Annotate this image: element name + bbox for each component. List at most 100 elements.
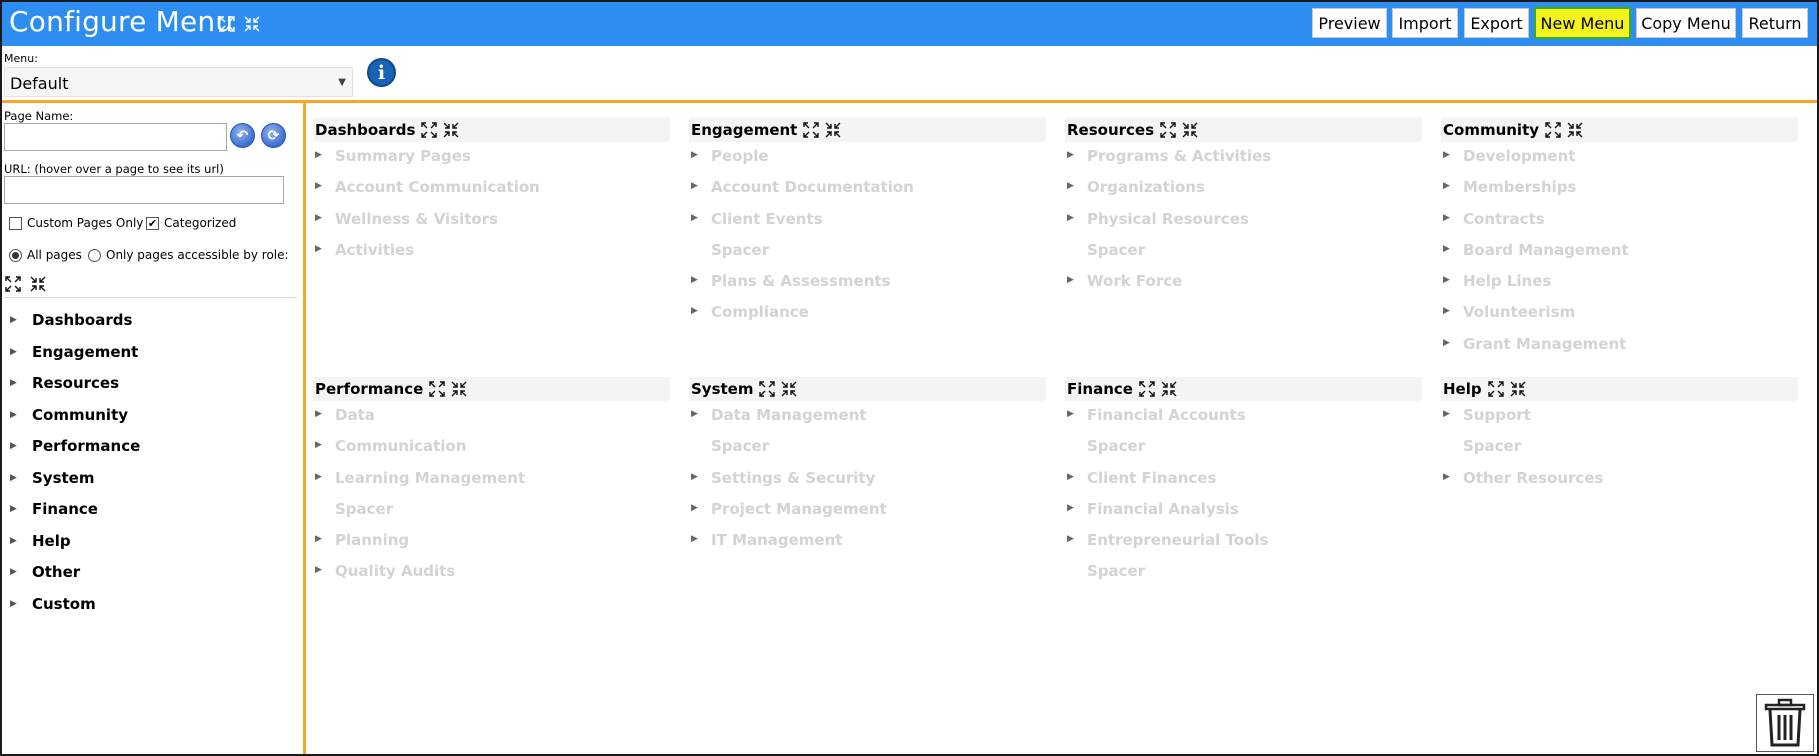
menu-item[interactable]: ▶ Data (313, 403, 670, 434)
expand-triangle-icon[interactable]: ▶ (1067, 527, 1074, 551)
preview-button[interactable]: Preview (1312, 8, 1387, 38)
category-item[interactable]: ▶ Custom (10, 592, 140, 624)
expand-triangle-icon[interactable]: ▶ (10, 466, 17, 490)
menu-item[interactable]: ▶ Plans & Assessments (689, 269, 1046, 300)
categorized-option[interactable]: ✔ Categorized (146, 216, 236, 230)
role-pages-radio[interactable] (88, 248, 101, 262)
expand-triangle-icon[interactable]: ▶ (1443, 206, 1450, 230)
section-header[interactable]: Dashboards (313, 118, 670, 142)
menu-item[interactable]: ▶ Work Force (1065, 269, 1422, 300)
url-input[interactable] (4, 176, 284, 204)
menu-item[interactable]: Spacer (313, 497, 670, 528)
expand-all-icon[interactable] (429, 381, 445, 397)
custom-pages-only-checkbox[interactable] (9, 216, 22, 230)
collapse-all-icon[interactable] (30, 276, 46, 292)
collapse-all-icon[interactable] (781, 381, 797, 397)
menu-item[interactable]: ▶ Development (1441, 144, 1798, 175)
undo-icon[interactable]: ↶ (230, 123, 255, 148)
menu-item[interactable]: ▶ Communication (313, 434, 670, 465)
menu-item[interactable]: ▶ Data Management (689, 403, 1046, 434)
menu-item[interactable]: ▶ Settings & Security (689, 466, 1046, 497)
expand-all-icon[interactable] (1545, 122, 1561, 138)
role-pages-option[interactable]: Only pages accessible by role: (88, 248, 289, 262)
menu-item[interactable]: ▶ Entrepreneurial Tools (1065, 528, 1422, 559)
page-name-input[interactable] (4, 123, 227, 151)
expand-triangle-icon[interactable]: ▶ (691, 527, 698, 551)
category-item[interactable]: ▶ Help (10, 529, 140, 561)
category-item[interactable]: ▶ System (10, 466, 140, 498)
return-button[interactable]: Return (1742, 8, 1808, 38)
expand-all-icon[interactable] (1160, 122, 1176, 138)
menu-item[interactable]: Spacer (1065, 238, 1422, 269)
menu-item[interactable]: ▶ Activities (313, 238, 670, 269)
collapse-all-icon[interactable] (244, 16, 260, 32)
section-header[interactable]: Performance (313, 377, 670, 401)
expand-triangle-icon[interactable]: ▶ (691, 465, 698, 489)
expand-triangle-icon[interactable]: ▶ (10, 403, 17, 427)
collapse-all-icon[interactable] (1567, 122, 1583, 138)
menu-item[interactable]: ▶ Memberships (1441, 175, 1798, 206)
menu-item[interactable]: ▶ Grant Management (1441, 332, 1798, 363)
menu-item[interactable]: Spacer (1065, 559, 1422, 590)
expand-triangle-icon[interactable]: ▶ (691, 206, 698, 230)
expand-triangle-icon[interactable]: ▶ (10, 560, 17, 584)
expand-all-icon[interactable] (421, 122, 438, 138)
expand-triangle-icon[interactable]: ▶ (1443, 268, 1450, 292)
expand-triangle-icon[interactable]: ▶ (691, 143, 698, 167)
menu-item[interactable]: ▶ Account Documentation (689, 175, 1046, 206)
menu-item[interactable]: ▶ People (689, 144, 1046, 175)
collapse-all-icon[interactable] (1161, 381, 1177, 397)
expand-triangle-icon[interactable]: ▶ (1067, 143, 1074, 167)
category-item[interactable]: ▶ Other (10, 560, 140, 592)
expand-triangle-icon[interactable]: ▶ (315, 237, 322, 261)
all-pages-option[interactable]: All pages (9, 248, 82, 262)
collapse-all-icon[interactable] (443, 122, 459, 138)
expand-triangle-icon[interactable]: ▶ (315, 206, 322, 230)
menu-item[interactable]: ▶ Financial Accounts (1065, 403, 1422, 434)
expand-triangle-icon[interactable]: ▶ (1067, 206, 1074, 230)
menu-item[interactable]: ▶ Planning (313, 528, 670, 559)
category-item[interactable]: ▶ Finance (10, 497, 140, 529)
category-item[interactable]: ▶ Engagement (10, 340, 140, 372)
menu-item[interactable]: ▶ Project Management (689, 497, 1046, 528)
menu-item[interactable]: ▶ Wellness & Visitors (313, 207, 670, 238)
category-item[interactable]: ▶ Performance (10, 434, 140, 466)
menu-item[interactable]: ▶ Summary Pages (313, 144, 670, 175)
refresh-icon[interactable]: ⟳ (261, 123, 286, 148)
expand-triangle-icon[interactable]: ▶ (1067, 268, 1074, 292)
expand-triangle-icon[interactable]: ▶ (315, 174, 322, 198)
expand-triangle-icon[interactable]: ▶ (1443, 402, 1450, 426)
trash-icon[interactable] (1756, 694, 1814, 752)
expand-triangle-icon[interactable]: ▶ (1067, 465, 1074, 489)
expand-all-icon[interactable] (1139, 381, 1155, 397)
menu-item[interactable]: Spacer (689, 434, 1046, 465)
menu-item[interactable]: ▶ Support (1441, 403, 1798, 434)
export-button[interactable]: Export (1464, 8, 1529, 38)
section-header[interactable]: Finance (1065, 377, 1422, 401)
new-menu-button[interactable]: New Menu (1534, 7, 1631, 39)
menu-item[interactable]: ▶ Compliance (689, 300, 1046, 331)
expand-triangle-icon[interactable]: ▶ (1443, 174, 1450, 198)
expand-all-icon[interactable] (803, 122, 820, 138)
section-header[interactable]: Resources (1065, 118, 1422, 142)
menu-item[interactable]: ▶ Quality Audits (313, 559, 670, 590)
expand-triangle-icon[interactable]: ▶ (691, 268, 698, 292)
expand-all-icon[interactable] (1487, 381, 1504, 397)
menu-item[interactable]: Spacer (689, 238, 1046, 269)
collapse-all-icon[interactable] (1510, 381, 1526, 397)
menu-item[interactable]: ▶ Board Management (1441, 238, 1798, 269)
expand-triangle-icon[interactable]: ▶ (691, 402, 698, 426)
expand-triangle-icon[interactable]: ▶ (10, 529, 17, 553)
info-icon[interactable]: i (367, 58, 396, 87)
menu-item[interactable]: ▶ Client Finances (1065, 466, 1422, 497)
expand-all-icon[interactable] (5, 276, 21, 292)
expand-triangle-icon[interactable]: ▶ (10, 592, 17, 616)
menu-item[interactable]: ▶ Contracts (1441, 207, 1798, 238)
section-header[interactable]: Help (1441, 377, 1798, 401)
category-item[interactable]: ▶ Resources (10, 371, 140, 403)
menu-item[interactable]: ▶ Programs & Activities (1065, 144, 1422, 175)
expand-triangle-icon[interactable]: ▶ (10, 371, 17, 395)
menu-item[interactable]: ▶ Organizations (1065, 175, 1422, 206)
expand-triangle-icon[interactable]: ▶ (1443, 331, 1450, 355)
menu-item[interactable]: ▶ Help Lines (1441, 269, 1798, 300)
